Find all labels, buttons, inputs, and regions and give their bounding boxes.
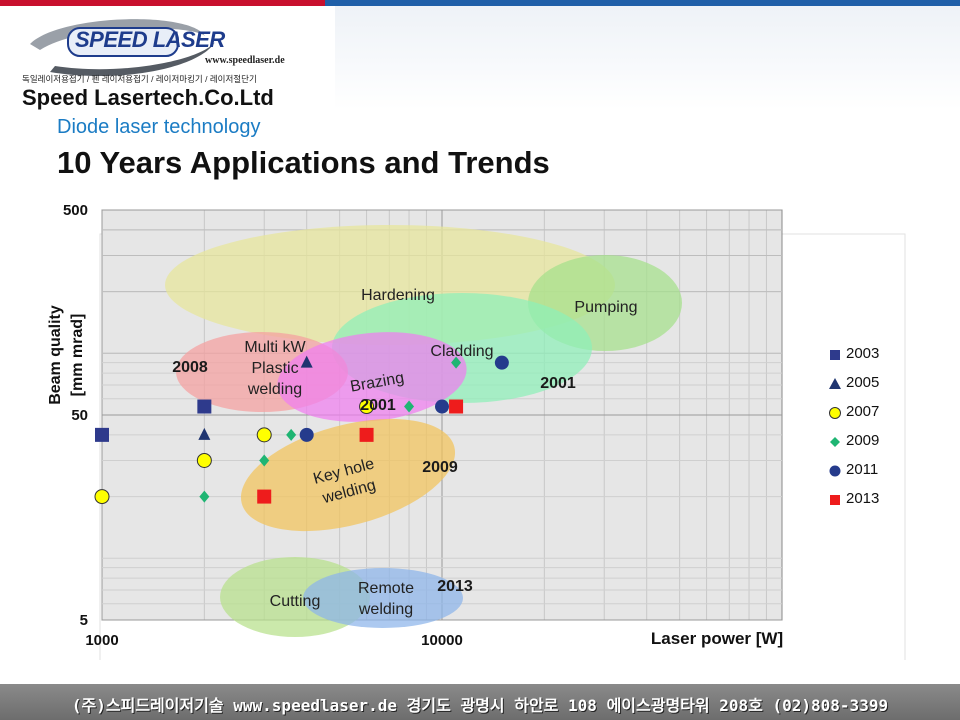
- point-2011: [494, 355, 509, 370]
- point-2013: [449, 399, 464, 414]
- point-2013: [359, 427, 374, 442]
- y-tick-label: 50: [71, 407, 88, 424]
- region-label: Cladding: [430, 343, 493, 360]
- point-2003: [95, 427, 109, 442]
- year-annotation: 2001: [360, 397, 396, 414]
- legend-marker-icon: [829, 378, 841, 389]
- legend-marker-icon: [829, 407, 841, 419]
- year-annotation: 2013: [437, 578, 473, 595]
- legend-marker-icon: [830, 350, 840, 360]
- legend-label: 2013: [846, 490, 880, 507]
- point-2007: [94, 489, 110, 505]
- legend-marker-icon: [829, 465, 841, 477]
- logo-url: www.speedlaser.de: [205, 55, 285, 66]
- footer-contact: (주)스피드레이저기술 www.speedlaser.de 경기도 광명시 하안…: [71, 696, 889, 715]
- region-label: Cutting: [270, 593, 321, 610]
- point-2003: [197, 399, 212, 414]
- logo-badge-text: SPEED LASER: [75, 27, 225, 52]
- y-tick-label: 500: [63, 202, 88, 219]
- footer-bar: (주)스피드레이저기술 www.speedlaser.de 경기도 광명시 하안…: [0, 684, 960, 720]
- region-label: Pumping: [574, 299, 637, 316]
- region-label: Hardening: [361, 287, 435, 304]
- year-annotation: 2001: [540, 375, 576, 392]
- region-label: Multi kW Plastic welding: [244, 339, 306, 398]
- x-tick-label: 10000: [421, 632, 463, 649]
- legend-label: 2009: [846, 432, 880, 449]
- y-axis-label: Beam quality: [47, 305, 64, 405]
- logo-products: 독일레이저용접기 / 펜 레이저용접기 / 레이저마킹기 / 레이저절단기: [22, 74, 257, 84]
- legend-label: 2005: [846, 374, 880, 391]
- y-axis-unit: [mm mrad]: [69, 314, 86, 397]
- legend-label: 2003: [846, 345, 880, 362]
- chart-legend: 2003 2005 2007 2009 2011 2013: [818, 330, 904, 520]
- beam-quality-chart: Hardening Pumping Cladding Multi kW Plastic w…: [47, 202, 906, 660]
- year-annotation: 2008: [172, 359, 208, 376]
- x-tick-label: 1000: [85, 632, 118, 649]
- x-axis-label: Laser power [W]: [651, 629, 783, 648]
- legend-label: 2011: [846, 461, 879, 478]
- legend-marker-icon: [830, 437, 840, 447]
- region-ellipse: [303, 568, 463, 628]
- company-name: Speed Lasertech.Co.Ltd: [22, 85, 274, 110]
- point-2013: [257, 489, 272, 504]
- y-tick-label: 5: [80, 612, 88, 629]
- point-2007: [196, 452, 212, 468]
- point-2011: [435, 399, 449, 414]
- point-2011: [299, 427, 314, 442]
- slide-subtitle: Diode laser technology: [57, 116, 261, 138]
- slide-title: 10 Years Applications and Trends: [57, 145, 550, 180]
- legend-label: 2007: [846, 403, 880, 420]
- year-annotation: 2009: [422, 459, 458, 476]
- legend-marker-icon: [830, 495, 840, 505]
- header-background: [335, 6, 960, 110]
- point-2007: [256, 427, 272, 443]
